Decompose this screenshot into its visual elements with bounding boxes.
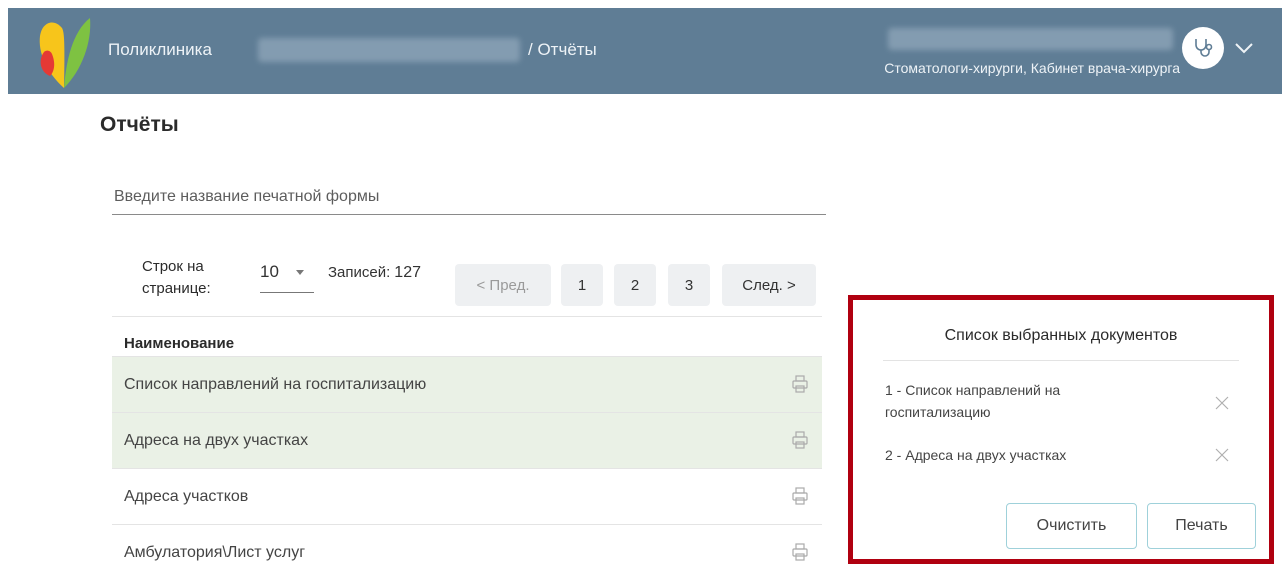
table-row[interactable]: Амбулатория\Лист услуг [112, 524, 822, 580]
app-header: Поликлиника / Отчёты Стоматологи-хирурги… [8, 8, 1282, 94]
clear-button[interactable]: Очистить [1006, 503, 1137, 549]
table-row[interactable]: Адреса участков [112, 468, 822, 524]
selected-doc-item: 2 - Адреса на двух участках [885, 447, 1067, 463]
reports-table: Наименование Список направлений на госпи… [112, 316, 822, 580]
page-button-3[interactable]: 3 [668, 264, 710, 306]
selected-documents-panel: Список выбранных документов 1 - Список н… [848, 295, 1274, 564]
rows-per-page-value: 10 [260, 262, 279, 281]
row-name: Амбулатория\Лист услуг [124, 543, 306, 561]
chevron-down-icon[interactable] [1232, 36, 1256, 60]
printer-icon[interactable] [792, 487, 808, 505]
clinic-name: Поликлиника [108, 40, 212, 59]
records-label: Записей: [328, 264, 391, 281]
row-name: Адреса на двух участках [124, 431, 309, 449]
avatar[interactable] [1182, 27, 1224, 69]
caret-down-icon [296, 270, 304, 275]
search-input[interactable] [112, 180, 826, 215]
page-button-1[interactable]: 1 [561, 264, 603, 306]
table-row[interactable]: Адреса на двух участках [112, 412, 822, 468]
prev-page-button[interactable]: < Пред. [455, 264, 551, 306]
table-row[interactable]: Список направлений на госпитализацию [112, 356, 822, 412]
app-logo [39, 18, 91, 88]
records-value: 127 [394, 264, 421, 281]
page-title: Отчёты [100, 113, 179, 136]
row-name: Список направлений на госпитализацию [124, 375, 427, 393]
redacted-clinic-name [258, 38, 520, 62]
close-icon[interactable] [1215, 448, 1229, 462]
print-button[interactable]: Печать [1147, 503, 1256, 549]
breadcrumb: / Отчёты [528, 40, 597, 59]
printer-icon[interactable] [792, 543, 808, 561]
column-header-name: Наименование [112, 316, 822, 356]
records-count: Записей: 127 [328, 264, 421, 282]
close-icon[interactable] [1215, 396, 1229, 410]
printer-icon[interactable] [792, 375, 808, 393]
selected-doc-item: 1 - Список направлений на госпитализацию [885, 382, 1061, 420]
printer-icon[interactable] [792, 431, 808, 449]
next-page-button[interactable]: След. > [722, 264, 816, 306]
user-role: Стоматологи-хирурги, Кабинет врача-хирур… [884, 60, 1180, 76]
row-name: Адреса участков [124, 487, 249, 505]
divider [883, 360, 1239, 361]
rows-per-page-label: Строк на странице: [142, 258, 211, 297]
page-button-2[interactable]: 2 [614, 264, 656, 306]
panel-title: Список выбранных документов [944, 327, 1178, 344]
stethoscope-icon [1195, 39, 1213, 57]
rows-per-page-select[interactable]: 10 [260, 262, 314, 293]
redacted-user-name [888, 28, 1173, 50]
